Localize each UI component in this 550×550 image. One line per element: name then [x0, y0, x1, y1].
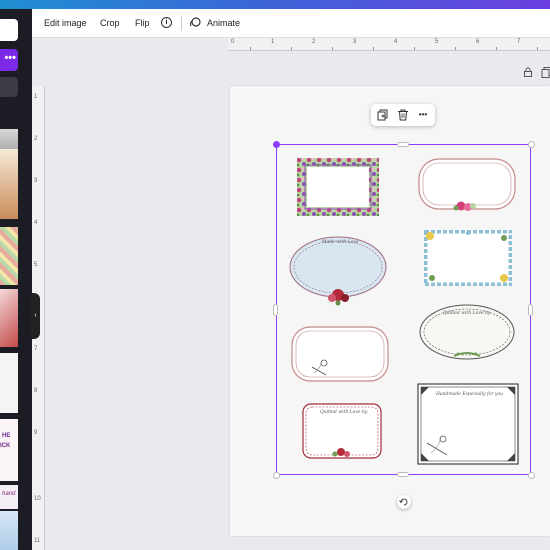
resize-handle-top[interactable]: [397, 142, 409, 147]
copy-icon[interactable]: [541, 66, 550, 78]
image-toolbar: Edit image Crop Flip i Animate: [32, 9, 550, 38]
top-gradient-bar: [0, 0, 550, 9]
ruler-number: 6: [476, 39, 480, 45]
ruler-number: 9: [34, 430, 38, 436]
ruler-number: 1: [271, 39, 275, 45]
horizontal-ruler: 0 1 2 3 4 5 6 7: [228, 38, 550, 51]
template-thumbnail[interactable]: [0, 289, 18, 347]
resize-handle-top-right[interactable]: [528, 141, 535, 148]
trash-icon[interactable]: [395, 107, 411, 123]
ruler-number: 3: [34, 178, 38, 184]
ruler-number: 4: [394, 39, 398, 45]
resize-handle-right[interactable]: [528, 304, 533, 316]
toolbar-divider: [181, 16, 182, 31]
panel-dark-button[interactable]: [0, 77, 18, 97]
ruler-number: 0: [231, 39, 235, 45]
thumbnail-text: HE: [2, 433, 11, 439]
lock-icon[interactable]: [522, 66, 534, 78]
info-icon[interactable]: i: [161, 17, 172, 28]
duplicate-icon[interactable]: [375, 107, 391, 123]
ruler-number: 2: [312, 39, 316, 45]
resize-handle-bottom-right[interactable]: [528, 472, 535, 479]
element-floating-toolbar: •••: [371, 104, 435, 126]
resize-handle-top-left[interactable]: [273, 141, 280, 148]
ruler-number: 8: [34, 388, 38, 394]
animate-icon: [189, 17, 201, 27]
ruler-number: 11: [34, 538, 41, 544]
ruler-number: 5: [435, 39, 439, 45]
template-thumbnail[interactable]: hand: [0, 485, 18, 509]
thumbnail-text: ICK: [0, 443, 11, 449]
resize-handle-bottom[interactable]: [397, 472, 409, 477]
more-options-button[interactable]: •••: [415, 107, 431, 123]
ruler-number: 5: [34, 262, 38, 268]
rotate-icon[interactable]: [397, 495, 411, 509]
resize-handle-bottom-left[interactable]: [273, 472, 280, 479]
ruler-number: 4: [34, 220, 38, 226]
ruler-number: 2: [34, 136, 38, 142]
template-thumbnail[interactable]: [0, 149, 18, 219]
template-thumbnail[interactable]: [0, 227, 18, 285]
animate-button[interactable]: Animate: [207, 9, 240, 38]
ruler-number: 7: [34, 346, 38, 352]
thumbnail-text: hand: [2, 491, 16, 497]
ruler-number: 1: [34, 94, 38, 100]
template-thumbnail[interactable]: [0, 511, 18, 550]
ruler-number: 10: [34, 496, 41, 502]
template-thumbnail[interactable]: [0, 353, 18, 413]
selection-box: [276, 144, 531, 475]
panel-search-input[interactable]: [0, 19, 18, 41]
crop-button[interactable]: Crop: [100, 9, 120, 38]
resize-handle-left[interactable]: [273, 304, 278, 316]
panel-more-button[interactable]: •••: [0, 49, 18, 71]
ruler-number: 7: [517, 39, 521, 45]
collapse-panel-button[interactable]: ‹: [31, 293, 40, 339]
left-side-panel: ••• HE ICK hand: [0, 9, 32, 550]
ruler-number: 3: [353, 39, 357, 45]
template-thumbnail[interactable]: HE ICK: [0, 419, 18, 481]
flip-button[interactable]: Flip: [135, 9, 150, 38]
edit-image-button[interactable]: Edit image: [44, 9, 87, 38]
